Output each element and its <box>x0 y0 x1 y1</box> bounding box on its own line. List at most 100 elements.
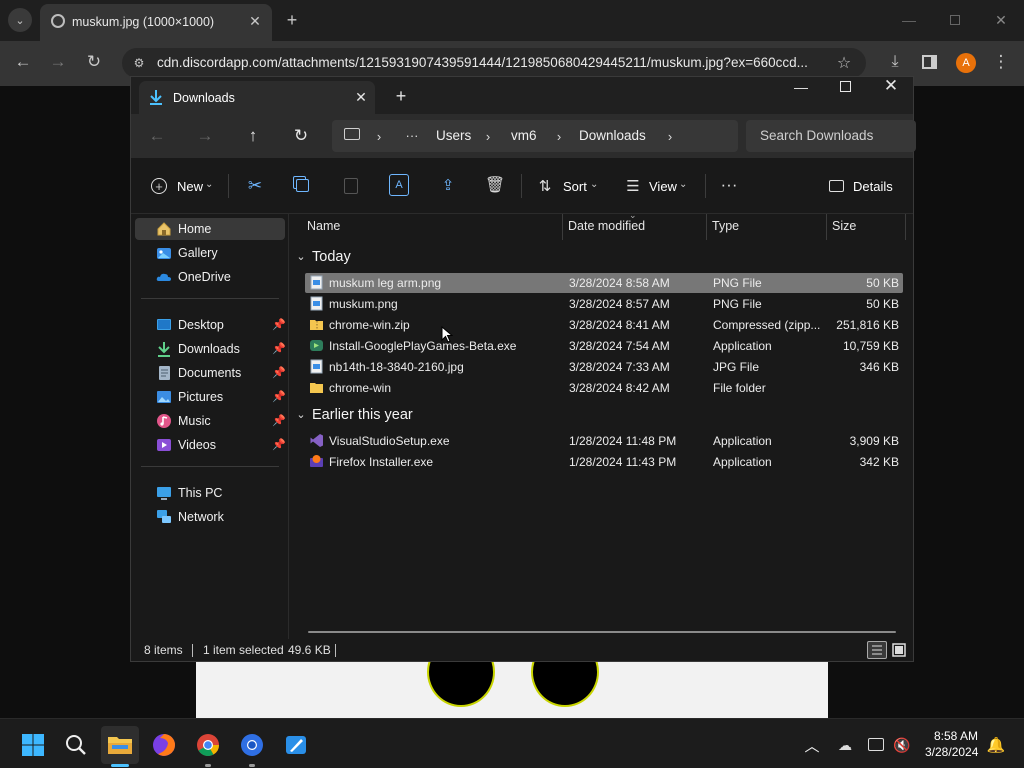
sidebar-item-downloads[interactable]: Downloads 📌 <box>135 338 286 360</box>
pin-icon[interactable]: 📌 <box>272 366 286 379</box>
close-explorer-tab-icon[interactable]: ✕ <box>353 89 369 105</box>
breadcrumb-downloads[interactable]: Downloads <box>579 128 646 143</box>
new-explorer-tab-icon[interactable]: + <box>390 86 412 106</box>
details-button[interactable]: Details <box>823 172 899 200</box>
pin-icon[interactable]: 📌 <box>272 318 286 331</box>
sidebar-item-home[interactable]: Home <box>135 218 285 240</box>
file-row[interactable]: muskum.png 3/28/2024 8:57 AM PNG File 50… <box>305 294 903 314</box>
horizontal-scrollbar[interactable] <box>308 631 896 633</box>
sidebar-item-pictures[interactable]: Pictures 📌 <box>135 386 286 408</box>
group-collapse-icon[interactable]: ⌄ <box>295 407 307 421</box>
file-row[interactable]: Install-GooglePlayGames-Beta.exe 3/28/20… <box>305 336 903 356</box>
sidebar-item-onedrive[interactable]: OneDrive <box>135 266 285 288</box>
pin-icon[interactable]: 📌 <box>272 390 286 403</box>
close-window-button[interactable]: ✕ <box>990 10 1012 30</box>
breadcrumb-users[interactable]: Users <box>436 128 471 143</box>
close-tab-icon[interactable]: ✕ <box>246 12 264 30</box>
group-header-today[interactable]: Today <box>312 249 351 265</box>
taskbar-file-explorer[interactable] <box>101 726 139 767</box>
browser-tab[interactable]: muskum.jpg (1000×1000) ✕ <box>40 4 272 41</box>
forward-icon[interactable]: → <box>47 51 69 73</box>
sidebar-item-music[interactable]: Music 📌 <box>135 410 286 432</box>
column-header-name[interactable]: Name <box>307 219 340 233</box>
sidebar-item-network[interactable]: Network <box>135 506 285 528</box>
taskbar-search-button[interactable] <box>57 726 95 764</box>
onedrive-icon <box>156 269 172 285</box>
cut-icon[interactable]: ✂ <box>243 174 267 198</box>
pin-icon[interactable]: 📌 <box>272 438 286 451</box>
bookmark-star-icon[interactable]: ☆ <box>834 53 854 73</box>
site-info-icon[interactable]: ⚙ <box>130 54 148 72</box>
taskbar-paint[interactable] <box>277 726 315 764</box>
file-row[interactable]: VisualStudioSetup.exe 1/28/2024 11:48 PM… <box>305 431 903 451</box>
explorer-minimize-button[interactable]: — <box>789 77 813 97</box>
nav-back-icon[interactable]: ← <box>146 125 168 147</box>
chrome-menu-icon[interactable]: ⋮ <box>992 51 1010 73</box>
new-tab-button[interactable]: + <box>281 9 303 31</box>
reload-icon[interactable]: ↻ <box>83 51 105 73</box>
nav-up-icon[interactable]: ↑ <box>242 125 264 147</box>
pin-icon[interactable]: 📌 <box>272 414 286 427</box>
rename-icon[interactable]: A <box>389 174 409 196</box>
explorer-maximize-button[interactable] <box>840 81 851 92</box>
explorer-tab[interactable]: Downloads ✕ <box>139 81 375 114</box>
column-header-date[interactable]: Date modified <box>568 219 645 233</box>
explorer-close-button[interactable]: ✕ <box>880 75 902 97</box>
column-divider[interactable] <box>905 214 906 240</box>
copy-icon[interactable] <box>296 179 309 192</box>
file-row[interactable]: Firefox Installer.exe 1/28/2024 11:43 PM… <box>305 452 903 472</box>
nav-refresh-icon[interactable]: ↻ <box>290 125 312 147</box>
column-divider[interactable] <box>826 214 827 240</box>
share-icon[interactable]: ⇪ <box>438 174 458 196</box>
sidebar-item-desktop[interactable]: Desktop 📌 <box>135 314 286 336</box>
taskbar-firefox[interactable] <box>145 726 183 764</box>
view-button[interactable]: ☰ View ⌄ <box>623 172 693 200</box>
address-bar[interactable]: ⚙ cdn.discordapp.com/attachments/1215931… <box>122 48 866 78</box>
see-more-icon[interactable]: ··· <box>717 174 741 196</box>
pin-icon[interactable]: 📌 <box>272 342 286 355</box>
search-input[interactable]: Search Downloads <box>746 120 916 152</box>
group-collapse-icon[interactable]: ⌄ <box>295 249 307 263</box>
details-view-icon[interactable] <box>867 641 887 659</box>
tiles-view-icon[interactable] <box>891 642 907 658</box>
file-type: JPG File <box>713 360 760 374</box>
column-header-type[interactable]: Type <box>712 219 739 233</box>
group-header-earlier-this-year[interactable]: Earlier this year <box>312 407 413 423</box>
sidebar-item-videos[interactable]: Videos 📌 <box>135 434 286 456</box>
column-header-size[interactable]: Size <box>832 219 856 233</box>
file-row[interactable]: muskum leg arm.png 3/28/2024 8:58 AM PNG… <box>305 273 903 293</box>
column-divider[interactable] <box>706 214 707 240</box>
minimize-window-button[interactable]: — <box>898 10 920 30</box>
sidebar-item-this-pc[interactable]: This PC <box>135 482 285 504</box>
explorer-address-bar[interactable]: › ··· Users › vm6 › Downloads › <box>332 120 738 152</box>
start-button[interactable] <box>14 726 52 764</box>
taskbar-chrome-beta[interactable] <box>233 726 271 767</box>
volume-tray-icon[interactable]: 🔇 <box>892 735 912 755</box>
clock-time[interactable]: 8:58 AM <box>934 729 978 743</box>
tab-search-button[interactable]: ⌄ <box>8 8 32 32</box>
paste-icon[interactable] <box>344 178 358 194</box>
breadcrumb-vm6[interactable]: vm6 <box>511 128 537 143</box>
download-icon[interactable]: ⤓ <box>884 51 906 73</box>
sort-button[interactable]: ⇅ Sort ⌄ <box>534 172 604 200</box>
sidebar-item-gallery[interactable]: Gallery <box>135 242 285 264</box>
file-row[interactable]: chrome-win.zip 3/28/2024 8:41 AM Compres… <box>305 315 903 335</box>
back-icon[interactable]: ← <box>12 51 34 73</box>
side-panel-icon[interactable] <box>922 55 937 69</box>
network-tray-icon[interactable] <box>868 738 884 751</box>
notification-bell-icon[interactable]: 🔔 <box>986 735 1006 755</box>
onedrive-tray-icon[interactable]: ☁ <box>834 735 856 755</box>
nav-forward-icon[interactable]: → <box>194 125 216 147</box>
file-row[interactable]: chrome-win 3/28/2024 8:42 AM File folder <box>305 378 903 398</box>
delete-icon[interactable]: 🗑 <box>485 174 505 196</box>
file-row[interactable]: nb14th-18-3840-2160.jpg 3/28/2024 7:33 A… <box>305 357 903 377</box>
sidebar-item-documents[interactable]: Documents 📌 <box>135 362 286 384</box>
taskbar-chrome[interactable] <box>189 726 227 767</box>
column-divider[interactable] <box>562 214 563 240</box>
show-hidden-icons-chevron[interactable]: ︿ <box>802 735 822 755</box>
profile-avatar[interactable]: A <box>956 53 976 73</box>
clock-date[interactable]: 3/28/2024 <box>925 745 978 759</box>
restore-window-button[interactable] <box>950 15 960 25</box>
new-button[interactable]: + New ⌄ <box>145 172 215 200</box>
breadcrumb-overflow-icon[interactable]: ··· <box>400 127 424 143</box>
